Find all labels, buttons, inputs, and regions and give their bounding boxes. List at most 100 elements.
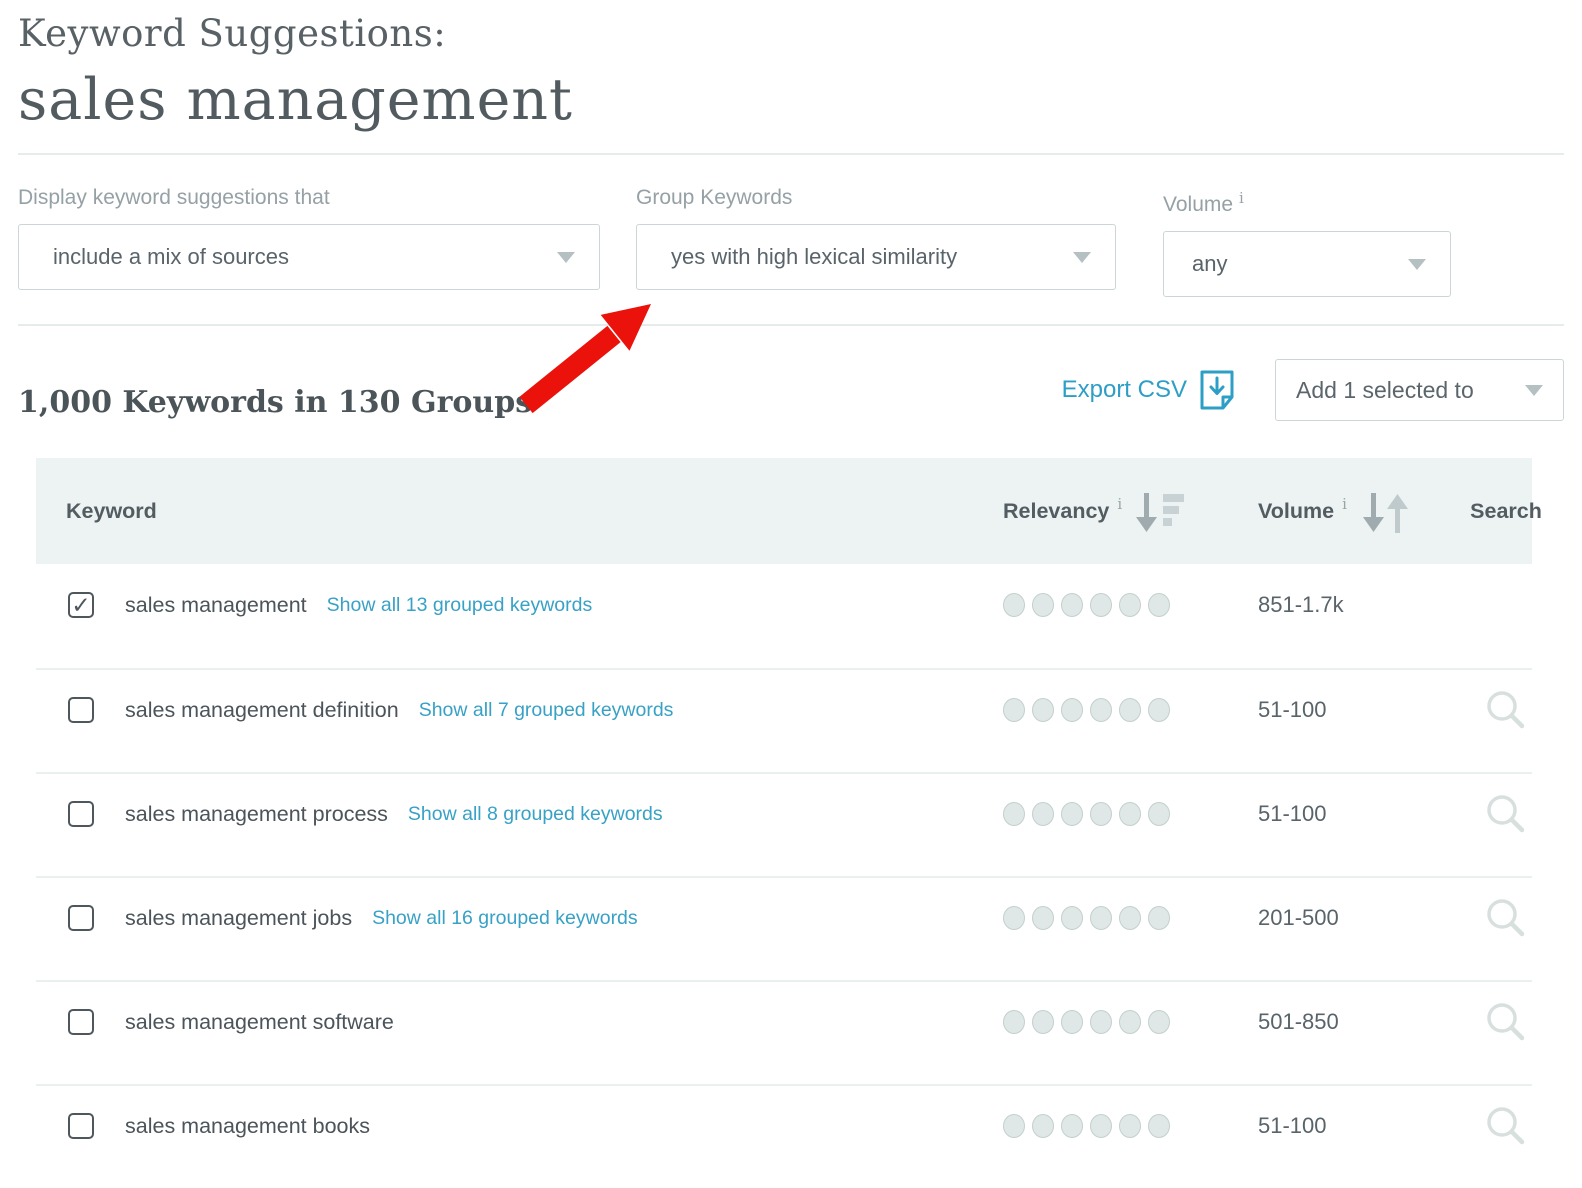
relevancy-dot	[1148, 1114, 1170, 1138]
source-select-value: include a mix of sources	[53, 244, 289, 269]
show-grouped-keywords-link[interactable]: Show all 16 grouped keywords	[372, 907, 638, 930]
keyword-text: sales management books	[125, 1113, 371, 1138]
relevancy-dot	[1119, 1010, 1141, 1034]
relevancy-indicator	[1003, 802, 1177, 826]
relevancy-indicator	[1003, 906, 1177, 930]
relevancy-dot	[1032, 802, 1054, 826]
column-header-volume[interactable]: Volume i	[1258, 487, 1458, 535]
group-select[interactable]: yes with high lexical similarity	[636, 224, 1116, 290]
chevron-down-icon	[557, 251, 575, 263]
relevancy-dot	[1003, 593, 1025, 617]
chevron-down-icon	[1073, 251, 1091, 263]
row-checkbox[interactable]	[68, 697, 94, 723]
column-header-keyword: Keyword	[66, 498, 157, 523]
sort-relevancy-icon[interactable]	[1136, 491, 1185, 535]
relevancy-dot	[1032, 698, 1054, 722]
add-selected-dropdown[interactable]: Add 1 selected to	[1275, 359, 1564, 421]
info-icon[interactable]: i	[1117, 495, 1122, 513]
divider	[18, 153, 1564, 155]
relevancy-dot	[1061, 906, 1083, 930]
relevancy-indicator	[1003, 1114, 1177, 1138]
row-checkbox[interactable]	[68, 1009, 94, 1035]
relevancy-dot	[1032, 1114, 1054, 1138]
row-checkbox[interactable]	[68, 801, 94, 827]
volume-select-value: any	[1192, 251, 1228, 276]
filter-volume-label: Volume i	[1163, 189, 1244, 216]
table-row: sales management jobs Show all 16 groupe…	[36, 876, 1532, 980]
relevancy-dot	[1061, 1010, 1083, 1034]
relevancy-dot	[1003, 906, 1025, 930]
relevancy-dot	[1090, 1114, 1112, 1138]
relevancy-indicator	[1003, 593, 1177, 617]
show-grouped-keywords-link[interactable]: Show all 7 grouped keywords	[419, 699, 674, 722]
table-row: sales management software 501-850	[36, 980, 1532, 1084]
relevancy-dot	[1090, 593, 1112, 617]
table-header: Keyword Relevancy i Volume i Search	[36, 458, 1542, 564]
volume-range: 201-500	[1258, 905, 1339, 930]
group-select-value: yes with high lexical similarity	[671, 244, 958, 269]
keyword-text: sales management	[125, 592, 307, 617]
table-row: sales management process Show all 8 grou…	[36, 772, 1532, 876]
sort-volume-icon[interactable]	[1361, 491, 1411, 535]
volume-range: 501-850	[1258, 1009, 1339, 1034]
relevancy-dot	[1090, 802, 1112, 826]
filter-group: Group Keywords yes with high lexical sim…	[636, 185, 1116, 297]
query-keyword: sales management	[18, 67, 573, 133]
relevancy-dot	[1119, 802, 1141, 826]
filter-source: Display keyword suggestions that include…	[18, 185, 600, 297]
divider	[18, 324, 1564, 326]
relevancy-dot	[1032, 593, 1054, 617]
source-select[interactable]: include a mix of sources	[18, 224, 600, 290]
relevancy-dot	[1061, 1114, 1083, 1138]
table-row: sales management definition Show all 7 g…	[36, 668, 1532, 772]
keyword-text: sales management software	[125, 1009, 394, 1034]
relevancy-dot	[1061, 698, 1083, 722]
row-checkbox[interactable]	[68, 1113, 94, 1139]
results-bar: 1,000 Keywords in 130 Groups Export CSV …	[18, 359, 1564, 421]
volume-range: 51-100	[1258, 801, 1327, 826]
relevancy-indicator	[1003, 1010, 1177, 1034]
download-file-icon	[1200, 370, 1234, 410]
relevancy-dot	[1003, 802, 1025, 826]
export-csv-label: Export CSV	[1061, 376, 1187, 403]
row-checkbox[interactable]	[68, 905, 94, 931]
relevancy-dot	[1119, 1114, 1141, 1138]
relevancy-dot	[1119, 593, 1141, 617]
column-header-relevancy[interactable]: Relevancy i	[1003, 487, 1258, 535]
show-grouped-keywords-link[interactable]: Show all 13 grouped keywords	[327, 594, 593, 617]
search-icon[interactable]	[1483, 895, 1529, 941]
column-header-search: Search	[1470, 498, 1542, 523]
keyword-text: sales management process	[125, 801, 388, 826]
relevancy-dot	[1148, 698, 1170, 722]
row-checkbox[interactable]: ✓	[68, 592, 94, 618]
search-icon[interactable]	[1483, 1103, 1529, 1149]
show-grouped-keywords-link[interactable]: Show all 8 grouped keywords	[408, 803, 663, 826]
table-row: ✓ sales management Show all 13 grouped k…	[36, 564, 1532, 668]
relevancy-dot	[1148, 906, 1170, 930]
relevancy-dot	[1148, 802, 1170, 826]
volume-select[interactable]: any	[1163, 231, 1451, 297]
relevancy-dot	[1148, 1010, 1170, 1034]
relevancy-dot	[1003, 1114, 1025, 1138]
keyword-text: sales management jobs	[125, 905, 353, 930]
relevancy-dot	[1148, 593, 1170, 617]
relevancy-dot	[1032, 906, 1054, 930]
info-icon[interactable]: i	[1342, 495, 1347, 513]
relevancy-dot	[1003, 698, 1025, 722]
search-icon[interactable]	[1483, 791, 1529, 837]
search-icon[interactable]	[1483, 999, 1529, 1045]
relevancy-dot	[1119, 906, 1141, 930]
relevancy-dot	[1119, 698, 1141, 722]
results-summary: 1,000 Keywords in 130 Groups	[18, 384, 533, 420]
relevancy-dot	[1061, 802, 1083, 826]
table-row: sales management books 51-100	[36, 1084, 1532, 1188]
table-rows: ✓ sales management Show all 13 grouped k…	[36, 564, 1532, 1188]
add-selected-label: Add 1 selected to	[1296, 376, 1474, 403]
export-csv-button[interactable]: Export CSV	[1062, 369, 1235, 411]
keywords-table: Keyword Relevancy i Volume i Search ✓ sa…	[36, 458, 1542, 1188]
search-icon[interactable]	[1483, 687, 1529, 733]
relevancy-dot	[1090, 1010, 1112, 1034]
info-icon[interactable]: i	[1239, 189, 1244, 207]
relevancy-indicator	[1003, 698, 1177, 722]
filters-bar: Display keyword suggestions that include…	[18, 185, 1564, 297]
